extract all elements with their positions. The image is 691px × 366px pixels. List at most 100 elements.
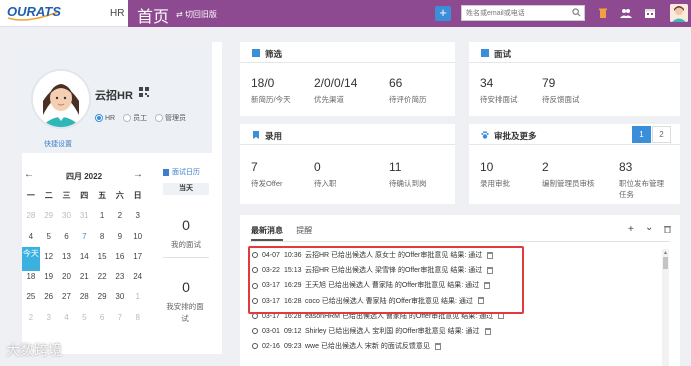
tab-latest-news[interactable]: 最新消息 xyxy=(251,225,283,241)
stat-job-publish-tasks[interactable]: 83 职位发布管理任务 xyxy=(619,160,671,200)
calendar-day[interactable]: 2 xyxy=(111,209,129,229)
calendar-day[interactable]: 27 xyxy=(58,290,76,310)
interview-calendar-tab[interactable]: 面试日历 xyxy=(163,167,213,177)
calendar-day[interactable]: 14 xyxy=(75,250,93,270)
stat-hire-approval[interactable]: 10 录用审批 xyxy=(480,160,510,189)
calendar-day[interactable]: 8 xyxy=(93,230,111,250)
today-button[interactable]: 当天 xyxy=(163,183,209,195)
scroll-up-arrow[interactable]: ▲ xyxy=(663,250,668,256)
users-icon[interactable] xyxy=(620,7,632,19)
my-arranged-count[interactable]: 0 xyxy=(163,279,209,295)
calendar-icon[interactable] xyxy=(644,7,656,19)
news-item[interactable]: 02-16 09:23 wwe 已给出候选人 宋新 的面试反馈意见 xyxy=(252,339,660,354)
calendar-day[interactable]: 23 xyxy=(111,270,129,290)
calendar-day[interactable]: 19 xyxy=(40,270,58,290)
stat-to-onboard[interactable]: 0 待入职 xyxy=(314,160,337,189)
clock-icon xyxy=(252,328,258,335)
user-avatar[interactable] xyxy=(670,4,688,22)
calendar-day[interactable]: 7 xyxy=(111,311,129,331)
role-radio-employee[interactable] xyxy=(123,114,132,122)
calendar-day-today[interactable]: 今天 xyxy=(22,246,40,271)
qr-code-icon[interactable] xyxy=(139,87,149,97)
calendar-month: 四月 2022 xyxy=(66,172,103,181)
quick-setup-link[interactable]: 快捷设置 xyxy=(44,139,72,149)
calendar-day[interactable]: 3 xyxy=(40,311,58,331)
calendar-day[interactable]: 6 xyxy=(58,230,76,250)
calendar-day[interactable]: 1 xyxy=(129,290,147,310)
watermark: 大数跨境 xyxy=(6,343,62,359)
interview-panel-header: 面试 xyxy=(469,42,680,63)
calendar-day[interactable]: 8 xyxy=(129,311,147,331)
stat-to-arrange[interactable]: 34 待安排面试 xyxy=(480,76,518,105)
calendar-day[interactable]: 31 xyxy=(75,209,93,229)
stat-offer-pending[interactable]: 7 待发Offer xyxy=(251,160,283,189)
expand-news-button[interactable]: ⌄ xyxy=(645,222,653,233)
calendar-day[interactable]: 30 xyxy=(58,209,76,229)
calendar-day[interactable]: 22 xyxy=(93,270,111,290)
calendar-next-button[interactable]: → xyxy=(133,169,143,180)
delete-all-icon[interactable] xyxy=(664,225,671,233)
interview-panel: 面试 34 待安排面试 79 待反馈面试 xyxy=(469,42,680,116)
stat-to-feedback[interactable]: 79 待反馈面试 xyxy=(542,76,580,105)
calendar-day[interactable]: 16 xyxy=(111,250,129,270)
stat-to-confirm-arrival[interactable]: 11 待确认到岗 xyxy=(389,160,427,189)
profile-avatar[interactable] xyxy=(31,69,91,129)
page-2-button[interactable]: 2 xyxy=(652,126,671,143)
role-radio-admin[interactable] xyxy=(155,114,164,122)
calendar-day[interactable]: 21 xyxy=(75,270,93,290)
delete-icon[interactable] xyxy=(484,327,491,335)
bookmark-icon xyxy=(253,131,259,139)
ourats-logo[interactable]: OURATS xyxy=(6,2,64,24)
role-radio-hr[interactable] xyxy=(95,114,103,122)
my-arranged-label: 我安排的面试 xyxy=(166,302,204,323)
calendar-day[interactable]: 29 xyxy=(40,209,58,229)
stat-priority-channels[interactable]: 2/0/0/14 优先渠道 xyxy=(314,76,357,105)
add-button[interactable]: + xyxy=(435,6,451,21)
calendar-day[interactable]: 10 xyxy=(129,230,147,250)
calendar-day[interactable]: 7 xyxy=(75,230,93,250)
my-interviews-count[interactable]: 0 xyxy=(163,217,209,233)
search-icon[interactable] xyxy=(572,8,581,17)
calendar-day[interactable]: 15 xyxy=(93,250,111,270)
calendar-day[interactable]: 6 xyxy=(93,311,111,331)
stat-label: 待评价简历 xyxy=(389,95,427,104)
news-date: 03-01 xyxy=(262,327,280,335)
calendar-grid: 一二三四五六日 28 29 30 31 1 2 3 4 5 6 7 8 9 10 今天 12 13 14 15 16 17… xyxy=(22,189,147,331)
tab-reminders[interactable]: 提醒 xyxy=(296,225,312,239)
calendar-weekday-row: 一二三四五六日 xyxy=(22,189,147,209)
news-item[interactable]: 03-01 09:12 Shirley 已给出候选人 宝利国 的Offer审批意见 … xyxy=(252,324,660,339)
calendar-prev-button[interactable]: ← xyxy=(24,169,34,180)
calendar-day[interactable]: 18 xyxy=(22,270,40,290)
interview-calendar-label: 面试日历 xyxy=(172,169,200,176)
calendar-day[interactable]: 28 xyxy=(75,290,93,310)
calendar-day[interactable]: 24 xyxy=(129,270,147,290)
calendar-day[interactable]: 1 xyxy=(93,209,111,229)
calendar-day[interactable]: 5 xyxy=(75,311,93,331)
calendar-day[interactable]: 13 xyxy=(58,250,76,270)
page-1-button[interactable]: 1 xyxy=(632,126,651,143)
calendar-day[interactable]: 3 xyxy=(129,209,147,229)
stat-pending-review[interactable]: 66 待评价简历 xyxy=(389,76,427,105)
calendar-day[interactable]: 12 xyxy=(40,250,58,270)
role-label-hr: HR xyxy=(105,114,116,122)
calendar-day[interactable]: 26 xyxy=(40,290,58,310)
calendar-day[interactable]: 28 xyxy=(22,209,40,229)
calendar-day[interactable]: 30 xyxy=(111,290,129,310)
trash-icon[interactable] xyxy=(597,7,609,19)
search-input[interactable] xyxy=(461,5,585,21)
calendar-day[interactable]: 5 xyxy=(40,230,58,250)
calendar-day[interactable]: 25 xyxy=(22,290,40,310)
add-news-button[interactable]: + xyxy=(628,224,634,235)
calendar-day[interactable]: 17 xyxy=(129,250,147,270)
scroll-thumb[interactable] xyxy=(663,257,668,269)
switch-old-version-link[interactable]: ⇄ 切回旧版 xyxy=(176,9,217,20)
news-scrollbar[interactable]: ▲ xyxy=(662,249,669,366)
calendar-day[interactable]: 4 xyxy=(58,311,76,331)
calendar-day[interactable]: 29 xyxy=(93,290,111,310)
delete-icon[interactable] xyxy=(434,342,441,350)
calendar-day[interactable]: 2 xyxy=(22,311,40,331)
calendar-day[interactable]: 9 xyxy=(111,230,129,250)
stat-new-resumes[interactable]: 18/0 新简历/今天 xyxy=(251,76,291,105)
stat-headcount-review[interactable]: 2 编制管理员审核 xyxy=(542,160,595,189)
calendar-day[interactable]: 20 xyxy=(58,270,76,290)
